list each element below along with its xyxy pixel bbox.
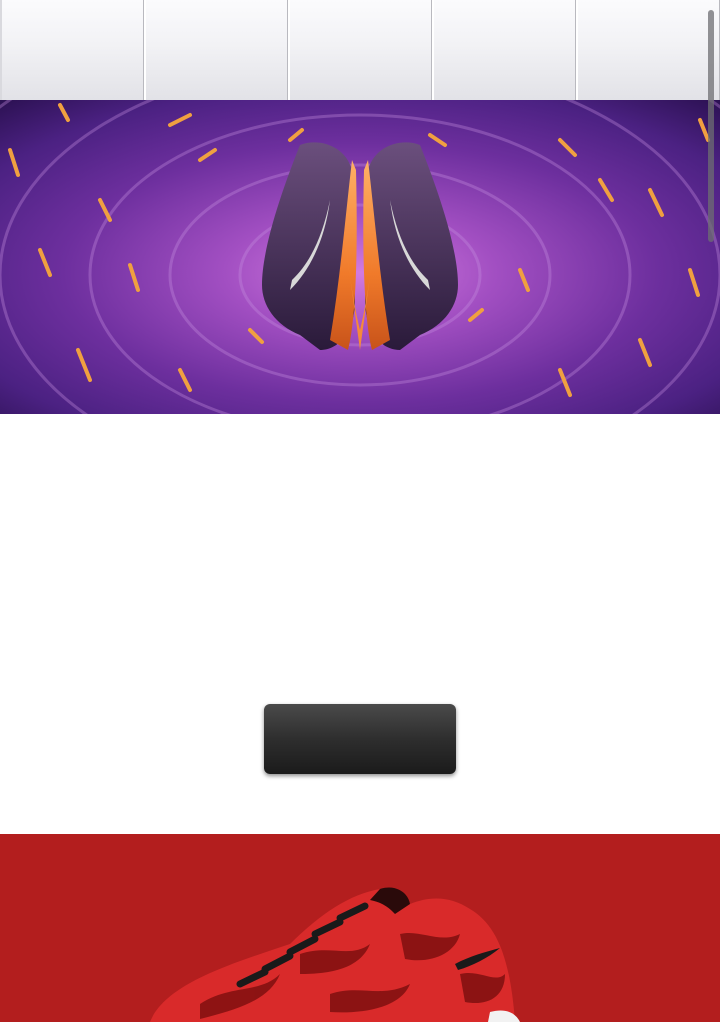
nav-tab-4[interactable]: [432, 0, 576, 100]
red-sneaker-image: [150, 887, 520, 1022]
scrollbar-thumb[interactable]: [708, 10, 714, 242]
hero-banner[interactable]: [0, 100, 720, 414]
hero-image: [0, 100, 720, 414]
nav-tab-1[interactable]: [0, 0, 144, 100]
nav-tab-3[interactable]: [288, 0, 432, 100]
nav-tab-2[interactable]: [144, 0, 288, 100]
product-banner[interactable]: [0, 834, 720, 1022]
top-nav: [0, 0, 720, 100]
cta-button[interactable]: [264, 704, 456, 774]
nav-tab-5[interactable]: [576, 0, 720, 100]
page: [0, 0, 720, 1022]
